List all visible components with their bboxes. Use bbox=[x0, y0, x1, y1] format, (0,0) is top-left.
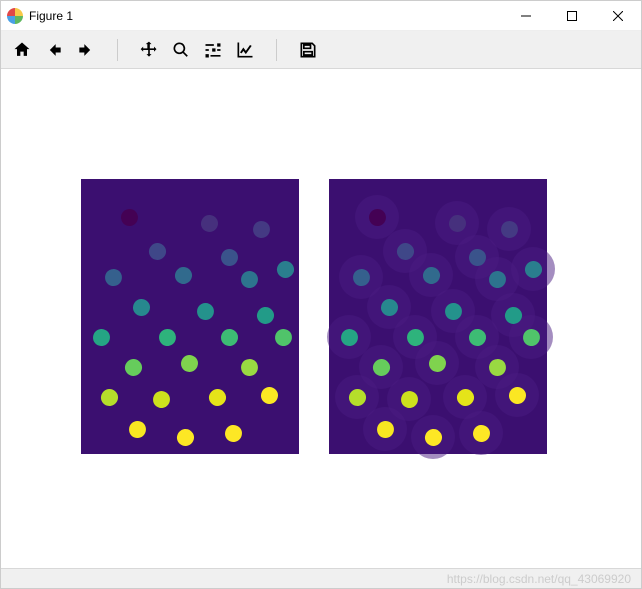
pan-button[interactable] bbox=[134, 35, 164, 65]
data-point bbox=[260, 386, 278, 404]
home-button[interactable] bbox=[7, 35, 37, 65]
maximize-button[interactable] bbox=[549, 1, 595, 31]
data-point bbox=[127, 419, 149, 441]
subplots-button[interactable] bbox=[198, 35, 228, 65]
arrow-right-icon bbox=[76, 40, 96, 60]
data-point bbox=[181, 355, 198, 372]
data-point bbox=[255, 305, 276, 326]
data-point bbox=[118, 206, 141, 229]
data-point bbox=[274, 258, 297, 281]
data-point bbox=[147, 241, 169, 263]
data-point bbox=[200, 214, 219, 233]
arrow-left-icon bbox=[44, 40, 64, 60]
data-point bbox=[173, 265, 193, 285]
app-icon bbox=[7, 8, 23, 24]
data-point bbox=[102, 266, 125, 289]
data-point bbox=[122, 356, 144, 378]
subplot-2 bbox=[329, 179, 547, 454]
data-point bbox=[221, 249, 239, 267]
chart-line-icon bbox=[235, 40, 255, 60]
figure-canvas[interactable] bbox=[1, 69, 641, 568]
zoom-icon bbox=[171, 40, 191, 60]
separator bbox=[117, 39, 118, 61]
forward-button[interactable] bbox=[71, 35, 101, 65]
window-title: Figure 1 bbox=[29, 9, 73, 23]
data-point bbox=[99, 387, 119, 407]
zoom-button[interactable] bbox=[166, 35, 196, 65]
data-point bbox=[156, 326, 179, 349]
data-point bbox=[175, 427, 196, 448]
data-point bbox=[133, 299, 151, 317]
data-point bbox=[92, 328, 111, 347]
data-point bbox=[206, 386, 229, 409]
save-icon bbox=[298, 40, 318, 60]
edit-button[interactable] bbox=[230, 35, 260, 65]
titlebar: Figure 1 bbox=[1, 1, 641, 31]
back-button[interactable] bbox=[39, 35, 69, 65]
separator bbox=[276, 39, 277, 61]
data-point bbox=[240, 270, 260, 290]
toolbar bbox=[1, 31, 641, 69]
subplot-1 bbox=[81, 179, 299, 454]
data-point bbox=[220, 328, 239, 347]
statusbar bbox=[1, 568, 641, 588]
data-point bbox=[238, 356, 260, 378]
data-point bbox=[224, 424, 242, 442]
sliders-icon bbox=[203, 40, 223, 60]
move-icon bbox=[139, 40, 159, 60]
save-button[interactable] bbox=[293, 35, 323, 65]
data-point bbox=[273, 327, 294, 348]
data-point bbox=[152, 390, 172, 410]
home-icon bbox=[12, 40, 32, 60]
data-point bbox=[195, 301, 217, 323]
close-button[interactable] bbox=[595, 1, 641, 31]
minimize-button[interactable] bbox=[503, 1, 549, 31]
data-point bbox=[251, 219, 272, 240]
